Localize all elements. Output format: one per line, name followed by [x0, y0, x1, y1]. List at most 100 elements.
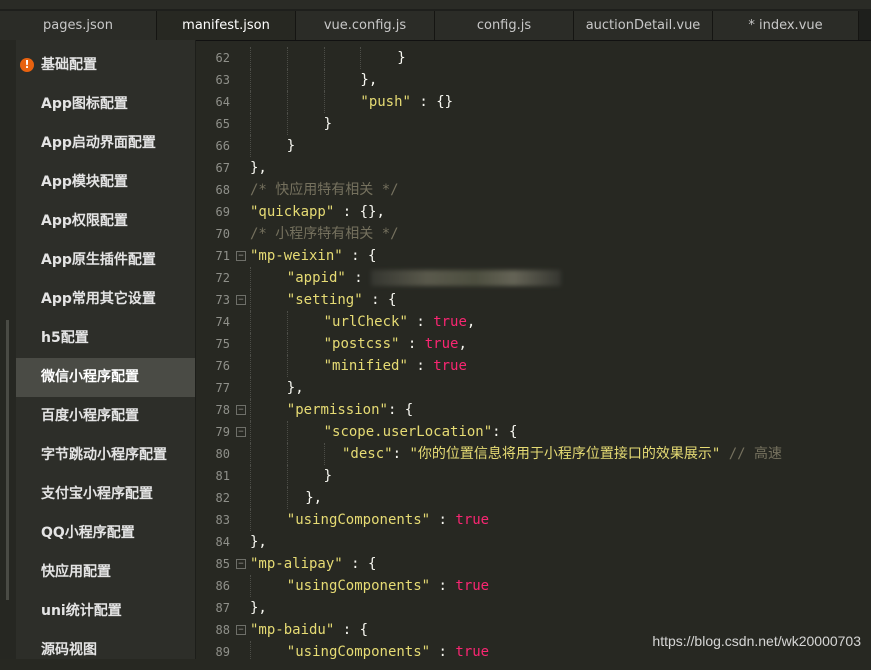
line-number: 72	[215, 271, 230, 285]
code-line[interactable]: 81}	[196, 465, 871, 487]
code-token: /* 快应用特有相关 */	[250, 182, 399, 198]
fold-toggle-icon[interactable]: −	[236, 427, 246, 437]
sidebar-item[interactable]: h5配置	[16, 319, 195, 358]
sidebar-item[interactable]: 百度小程序配置	[16, 397, 195, 436]
sidebar-item-label: 快应用配置	[41, 564, 111, 580]
code-token: "mp-weixin"	[250, 248, 343, 264]
code-line[interactable]: 65}	[196, 113, 871, 135]
code-line[interactable]: 77},	[196, 377, 871, 399]
sidebar-item[interactable]: App模块配置	[16, 163, 195, 202]
code-text: }	[324, 113, 332, 135]
code-line[interactable]: 68 /* 快应用特有相关 */	[196, 179, 871, 201]
code-line[interactable]: 66}	[196, 135, 871, 157]
code-line[interactable]: 87},	[196, 597, 871, 619]
line-number: 89	[215, 645, 230, 659]
code-line[interactable]: 79− "scope.userLocation": {	[196, 421, 871, 443]
indent-guide	[250, 575, 251, 597]
code-line[interactable]: 71− "mp-weixin" : {	[196, 245, 871, 267]
watermark: https://blog.csdn.net/wk20000703	[652, 633, 861, 649]
strip-scrollbar[interactable]	[6, 320, 9, 600]
code-text: },	[250, 157, 267, 179]
line-number: 81	[215, 469, 230, 483]
line-number: 70	[215, 227, 230, 241]
sidebar-item[interactable]: 字节跳动小程序配置	[16, 436, 195, 475]
line-number: 76	[215, 359, 230, 373]
indent-guide	[286, 47, 288, 69]
sidebar-item[interactable]: App权限配置	[16, 202, 195, 241]
tab-config-js[interactable]: config.js	[435, 11, 574, 40]
fold-toggle-icon[interactable]: −	[236, 405, 246, 415]
tab-auction-detail-vue[interactable]: auctionDetail.vue	[574, 11, 713, 40]
sidebar-item-label: 支付宝小程序配置	[41, 486, 153, 502]
code-text: "usingComponents" : true	[287, 575, 489, 597]
code-token: }	[323, 116, 333, 132]
code-token: :	[430, 512, 456, 528]
sidebar-item[interactable]: uni统计配置	[16, 592, 195, 631]
line-number: 68	[215, 183, 230, 197]
sidebar-item[interactable]: App常用其它设置	[16, 280, 195, 319]
code-token: },	[250, 160, 267, 176]
code-line[interactable]: 63},	[196, 69, 871, 91]
code-token: true	[433, 314, 467, 330]
tab-manifest-json[interactable]: manifest.json	[157, 11, 296, 40]
code-token: : {	[492, 424, 518, 440]
code-token: }	[323, 468, 333, 484]
code-line[interactable]: 69 "quickapp" : {},	[196, 201, 871, 223]
tab-index-vue[interactable]: * index.vue	[713, 11, 859, 40]
tab-vue-config-js[interactable]: vue.config.js	[296, 11, 435, 40]
code-text: },	[250, 597, 267, 619]
sidebar-item-label: App常用其它设置	[41, 291, 156, 307]
code-line[interactable]: 62}	[196, 47, 871, 69]
code-line[interactable]: 83 "usingComponents" : true	[196, 509, 871, 531]
sidebar-item[interactable]: 源码视图	[16, 631, 195, 670]
tab-pages-json[interactable]: pages.json	[0, 11, 157, 40]
sidebar-item[interactable]: App图标配置	[16, 85, 195, 124]
fold-toggle-icon[interactable]: −	[236, 625, 246, 635]
line-number: 64	[215, 95, 230, 109]
line-number: 62	[215, 51, 230, 65]
code-text: "desc": "你的位置信息将用于小程序位置接口的效果展示" // 高速	[342, 443, 782, 465]
sidebar-item-label: App模块配置	[41, 174, 128, 190]
code-line[interactable]: 67},	[196, 157, 871, 179]
code-token: :	[407, 358, 434, 374]
code-line[interactable]: 85− "mp-alipay" : {	[196, 553, 871, 575]
sidebar-item[interactable]: 微信小程序配置	[16, 358, 195, 397]
sidebar-item[interactable]: App原生插件配置	[16, 241, 195, 280]
code-line[interactable]: 76 "minified" : true	[196, 355, 871, 377]
code-line[interactable]: 80 "desc": "你的位置信息将用于小程序位置接口的效果展示" // 高速	[196, 443, 871, 465]
line-number: 80	[215, 447, 230, 461]
sidebar-item[interactable]: ! 基础配置	[16, 46, 195, 85]
sidebar-item[interactable]: 支付宝小程序配置	[16, 475, 195, 514]
fold-toggle-icon[interactable]: −	[236, 559, 246, 569]
line-number: 75	[215, 337, 230, 351]
code-token: "scope.userLocation"	[323, 424, 493, 440]
sidebar-item[interactable]: App启动界面配置	[16, 124, 195, 163]
fold-toggle-icon[interactable]: −	[236, 251, 246, 261]
sidebar-item[interactable]: 快应用配置	[16, 553, 195, 592]
sidebar-item-label: h5配置	[41, 330, 89, 346]
code-token: // 高速	[720, 446, 783, 462]
code-line[interactable]: 73− "setting" : {	[196, 289, 871, 311]
code-line[interactable]: 82},	[196, 487, 871, 509]
code-line[interactable]: 78− "permission": {	[196, 399, 871, 421]
code-line[interactable]: 86 "usingComponents" : true	[196, 575, 871, 597]
code-token: "setting"	[286, 292, 363, 308]
fold-toggle-icon[interactable]: −	[236, 295, 246, 305]
code-line[interactable]: 84},	[196, 531, 871, 553]
code-editor[interactable]: 62} 63}, 64 "push" : {} 65} 66} 67}, 68/* 快应用特有…	[196, 40, 871, 659]
code-token: "urlCheck"	[323, 314, 408, 330]
indent-guide	[250, 69, 251, 91]
code-line[interactable]: 64 "push" : {}	[196, 91, 871, 113]
code-token: "desc"	[342, 446, 393, 462]
code-line[interactable]: 72 "appid" :	[196, 267, 871, 289]
code-line[interactable]: 75 "postcss" : true,	[196, 333, 871, 355]
code-text: "mp-alipay" : {	[250, 553, 376, 575]
line-number: 85	[215, 557, 230, 571]
code-token: },	[250, 600, 267, 616]
sidebar-item[interactable]: QQ小程序配置	[16, 514, 195, 553]
code-line[interactable]: 74 "urlCheck" : true,	[196, 311, 871, 333]
code-line[interactable]: 70 /* 小程序特有相关 */	[196, 223, 871, 245]
code-token: "mp-alipay"	[250, 556, 343, 572]
code-token: },	[286, 380, 304, 396]
code-token: : {}	[410, 94, 454, 110]
